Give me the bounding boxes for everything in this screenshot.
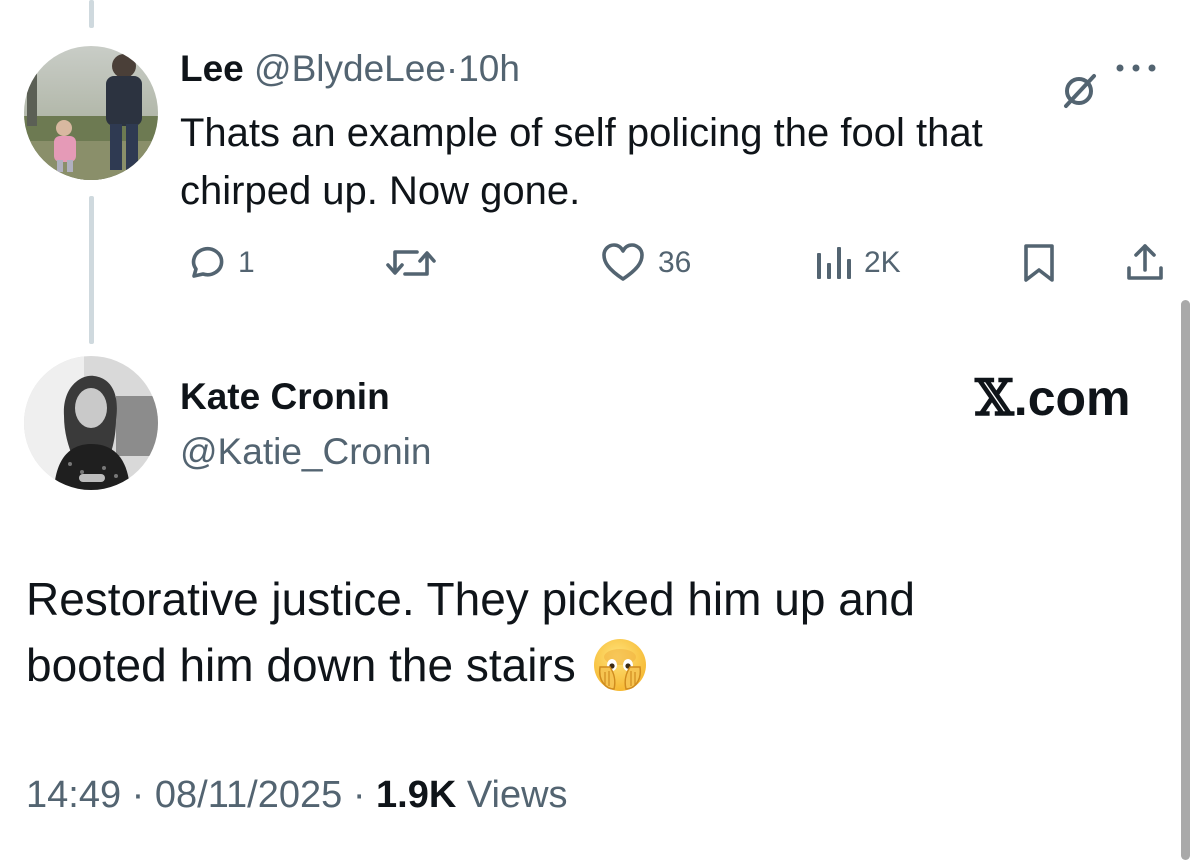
more-options-icon[interactable]	[1114, 60, 1158, 81]
heart-icon	[600, 242, 646, 284]
tweet-metadata: 14:49 · 08/11/2025 · 1.9K Views	[26, 770, 568, 820]
reply-count: 1	[238, 246, 255, 279]
tweet-views-count[interactable]: 1.9K	[376, 774, 456, 816]
meta-separator-1: ·	[131, 774, 145, 816]
analytics-icon	[814, 243, 852, 283]
tweet-time[interactable]: 14:49	[26, 774, 121, 816]
reply-icon	[184, 242, 226, 284]
retweet-icon	[385, 242, 437, 284]
tweet-text: Restorative justice. They picked him up …	[26, 566, 1166, 710]
meta-separator-2: ·	[352, 774, 366, 816]
reply-author-handle[interactable]: @BlydeLee	[254, 48, 446, 89]
reply-text-line-1: Thats an example of self policing the fo…	[180, 111, 983, 155]
reply-time[interactable]: 10h	[458, 48, 520, 89]
like-count: 36	[658, 246, 692, 279]
reply-text-line-2: chirped up. Now gone.	[180, 169, 581, 213]
avatar-lee[interactable]	[24, 46, 158, 180]
reply-text: Thats an example of self policing the fo…	[180, 104, 1130, 220]
tweet-text-line-2: booted him down the stairs	[26, 639, 576, 691]
reply-header: Lee @BlydeLee·10h	[180, 44, 520, 94]
x-logo: 𝕏	[975, 368, 1014, 427]
reply-action[interactable]: 1	[184, 240, 255, 286]
like-action[interactable]: 36	[600, 240, 691, 286]
tweet-text-line-2-wrap: booted him down the stairs	[26, 632, 1166, 710]
bookmark-action[interactable]	[1021, 240, 1057, 286]
bookmark-icon	[1021, 242, 1057, 284]
thread-line-bottom	[89, 196, 94, 344]
views-count-reply: 2K	[864, 246, 901, 279]
reply-author-name[interactable]: Lee	[180, 48, 244, 89]
tweet-date[interactable]: 08/11/2025	[155, 774, 342, 816]
x-com-watermark: 𝕏.com	[975, 368, 1131, 428]
face-with-open-eyes-and-hand-over-mouth-icon	[592, 637, 648, 710]
tweet-author-handle[interactable]: @Katie_Cronin	[180, 430, 431, 474]
avatar-kate-cronin[interactable]	[24, 356, 158, 490]
tweet-text-line-1: Restorative justice. They picked him up …	[26, 573, 915, 625]
tweet-author-name[interactable]: Kate Cronin	[180, 375, 390, 419]
scrollbar[interactable]	[1181, 300, 1190, 860]
views-action[interactable]: 2K	[814, 240, 901, 286]
tweet-views-label[interactable]: Views	[467, 774, 568, 816]
x-com-domain: .com	[1013, 370, 1131, 426]
share-icon	[1124, 242, 1166, 284]
reply-separator: ·	[445, 48, 459, 89]
retweet-action[interactable]	[385, 240, 449, 286]
thread-line-top	[89, 0, 94, 28]
share-action[interactable]	[1124, 240, 1166, 286]
